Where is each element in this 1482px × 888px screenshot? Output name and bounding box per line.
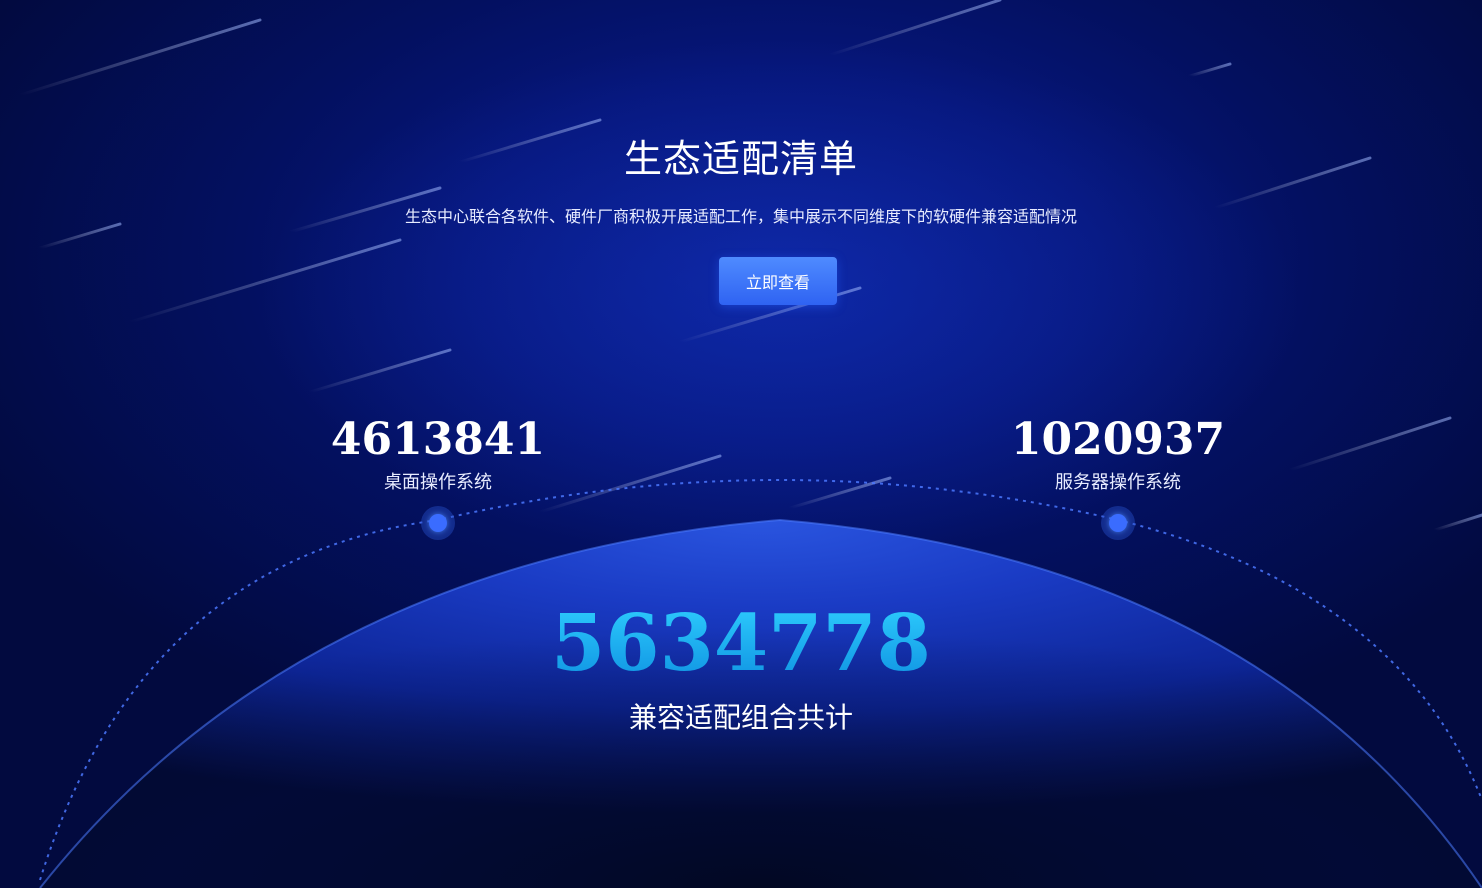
server-os-label: 服务器操作系统	[1055, 472, 1181, 493]
page-subtitle: 生态中心联合各软件、硬件厂商积极开展适配工作，集中展示不同维度下的软硬件兼容适配…	[404, 207, 1077, 226]
total-stat: 5634778 兼容适配组合共计	[0, 598, 1482, 736]
server-os-count: 1020937	[1010, 414, 1226, 465]
desktop-os-stat: 4613841 桌面操作系统	[288, 414, 588, 494]
hero-section: 生态适配清单 生态中心联合各软件、硬件厂商积极开展适配工作，集中展示不同维度下的…	[0, 0, 1482, 888]
desktop-os-marker-dot	[421, 506, 455, 540]
server-os-marker-dot	[1101, 506, 1135, 540]
view-now-button[interactable]: 立即查看	[719, 257, 837, 305]
total-count: 5634778	[0, 598, 1482, 690]
desktop-os-label: 桌面操作系统	[384, 472, 492, 493]
desktop-os-count: 4613841	[330, 414, 546, 465]
page-title: 生态适配清单	[623, 137, 858, 181]
total-label: 兼容适配组合共计	[628, 701, 853, 734]
server-os-stat: 1020937 服务器操作系统	[968, 414, 1268, 494]
